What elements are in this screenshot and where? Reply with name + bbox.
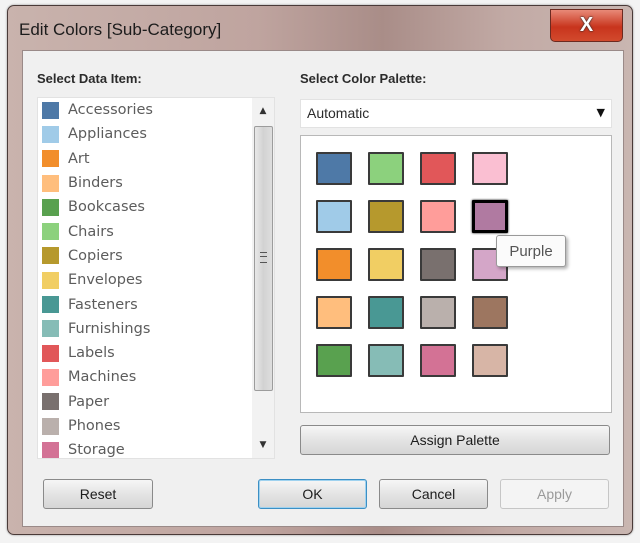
palette-swatch[interactable] bbox=[316, 152, 352, 185]
color-swatch-icon bbox=[42, 296, 59, 314]
list-item-label: Bookcases bbox=[68, 199, 145, 216]
color-swatch-icon bbox=[42, 368, 59, 386]
edit-colors-dialog: Edit Colors [Sub-Category] X Select Data… bbox=[7, 5, 633, 535]
list-item-label: Paper bbox=[68, 393, 110, 410]
list-item[interactable]: Chairs bbox=[38, 219, 274, 243]
palette-swatch[interactable] bbox=[368, 344, 404, 377]
color-swatch-icon bbox=[42, 198, 59, 216]
color-swatch-icon bbox=[42, 393, 59, 411]
list-item[interactable]: Art bbox=[38, 147, 274, 171]
list-item-label: Appliances bbox=[68, 126, 147, 143]
dialog-body: Select Data Item: Accessories Appliances A… bbox=[22, 50, 624, 527]
color-swatch-icon bbox=[42, 247, 59, 265]
list-item[interactable]: Fasteners bbox=[38, 292, 274, 316]
color-swatch-icon bbox=[42, 174, 59, 192]
select-color-palette-label: Select Color Palette: bbox=[300, 71, 427, 86]
scroll-thumb[interactable] bbox=[254, 126, 273, 391]
list-item[interactable]: Accessories bbox=[38, 98, 274, 122]
close-icon: X bbox=[579, 14, 594, 36]
list-item[interactable]: Envelopes bbox=[38, 268, 274, 292]
reset-button[interactable]: Reset bbox=[43, 479, 153, 509]
list-item-label: Labels bbox=[68, 345, 115, 362]
palette-swatch[interactable] bbox=[472, 344, 508, 377]
list-item-label: Chairs bbox=[68, 223, 114, 240]
palette-swatch[interactable] bbox=[472, 200, 508, 233]
palette-swatch[interactable] bbox=[420, 248, 456, 281]
palette-swatch[interactable] bbox=[420, 152, 456, 185]
cancel-button[interactable]: Cancel bbox=[379, 479, 488, 509]
list-item-label: Binders bbox=[68, 175, 123, 192]
list-item-label: Envelopes bbox=[68, 272, 143, 289]
list-item[interactable]: Bookcases bbox=[38, 195, 274, 219]
palette-swatch[interactable] bbox=[420, 344, 456, 377]
select-data-item-label: Select Data Item: bbox=[37, 71, 142, 86]
color-swatch-icon bbox=[42, 344, 59, 362]
color-tooltip: Purple bbox=[496, 235, 566, 267]
list-item[interactable]: Paper bbox=[38, 390, 274, 414]
palette-swatch[interactable] bbox=[472, 152, 508, 185]
list-item[interactable]: Appliances bbox=[38, 122, 274, 146]
scroll-up-arrow-icon[interactable]: ▲ bbox=[252, 100, 274, 122]
list-item-label: Fasteners bbox=[68, 296, 138, 313]
assign-palette-button[interactable]: Assign Palette bbox=[300, 425, 610, 455]
list-item[interactable]: Furnishings bbox=[38, 317, 274, 341]
list-item[interactable]: Binders bbox=[38, 171, 274, 195]
palette-swatch[interactable] bbox=[368, 296, 404, 329]
list-item-label: Art bbox=[68, 150, 90, 167]
list-item[interactable]: Copiers bbox=[38, 244, 274, 268]
list-item-label: Copiers bbox=[68, 247, 123, 264]
list-item-label: Machines bbox=[68, 369, 137, 386]
color-swatch-icon bbox=[42, 101, 59, 119]
palette-swatch[interactable] bbox=[368, 248, 404, 281]
palette-swatch[interactable] bbox=[368, 200, 404, 233]
color-swatch-icon bbox=[42, 271, 59, 289]
list-item-label: Furnishings bbox=[68, 320, 151, 337]
palette-dropdown[interactable]: Automatic ▼ bbox=[300, 99, 612, 128]
palette-swatch[interactable] bbox=[316, 200, 352, 233]
color-swatch-icon bbox=[42, 125, 59, 143]
color-swatch-icon bbox=[42, 150, 59, 168]
color-swatch-icon bbox=[42, 223, 59, 241]
list-item[interactable]: Storage bbox=[38, 438, 274, 459]
list-item[interactable]: Machines bbox=[38, 365, 274, 389]
dialog-title: Edit Colors [Sub-Category] bbox=[19, 20, 222, 39]
data-item-list: Accessories Appliances Art Binders Bookcases… bbox=[37, 97, 275, 459]
color-swatch-icon bbox=[42, 417, 59, 435]
palette-dropdown-value: Automatic bbox=[307, 105, 370, 121]
close-button[interactable]: X bbox=[550, 9, 623, 42]
scroll-down-arrow-icon[interactable]: ▼ bbox=[252, 434, 274, 456]
color-palette-grid bbox=[300, 135, 612, 413]
palette-swatch[interactable] bbox=[316, 248, 352, 281]
color-swatch-icon bbox=[42, 320, 59, 338]
apply-button[interactable]: Apply bbox=[500, 479, 609, 509]
list-item-label: Phones bbox=[68, 418, 121, 434]
palette-swatch[interactable] bbox=[368, 152, 404, 185]
list-item-label: Accessories bbox=[68, 102, 153, 119]
palette-swatch[interactable] bbox=[316, 344, 352, 377]
list-item[interactable]: Phones bbox=[38, 414, 274, 438]
list-item[interactable]: Labels bbox=[38, 341, 274, 365]
palette-swatch[interactable] bbox=[316, 296, 352, 329]
color-swatch-icon bbox=[42, 441, 59, 458]
list-scrollbar[interactable]: ▲ ▼ bbox=[252, 98, 274, 458]
chevron-down-icon: ▼ bbox=[596, 106, 605, 119]
palette-swatch[interactable] bbox=[420, 200, 456, 233]
ok-button[interactable]: OK bbox=[258, 479, 367, 509]
grip-icon bbox=[260, 252, 267, 263]
list-item-label: Storage bbox=[68, 442, 125, 459]
palette-swatch[interactable] bbox=[420, 296, 456, 329]
palette-swatch[interactable] bbox=[472, 296, 508, 329]
